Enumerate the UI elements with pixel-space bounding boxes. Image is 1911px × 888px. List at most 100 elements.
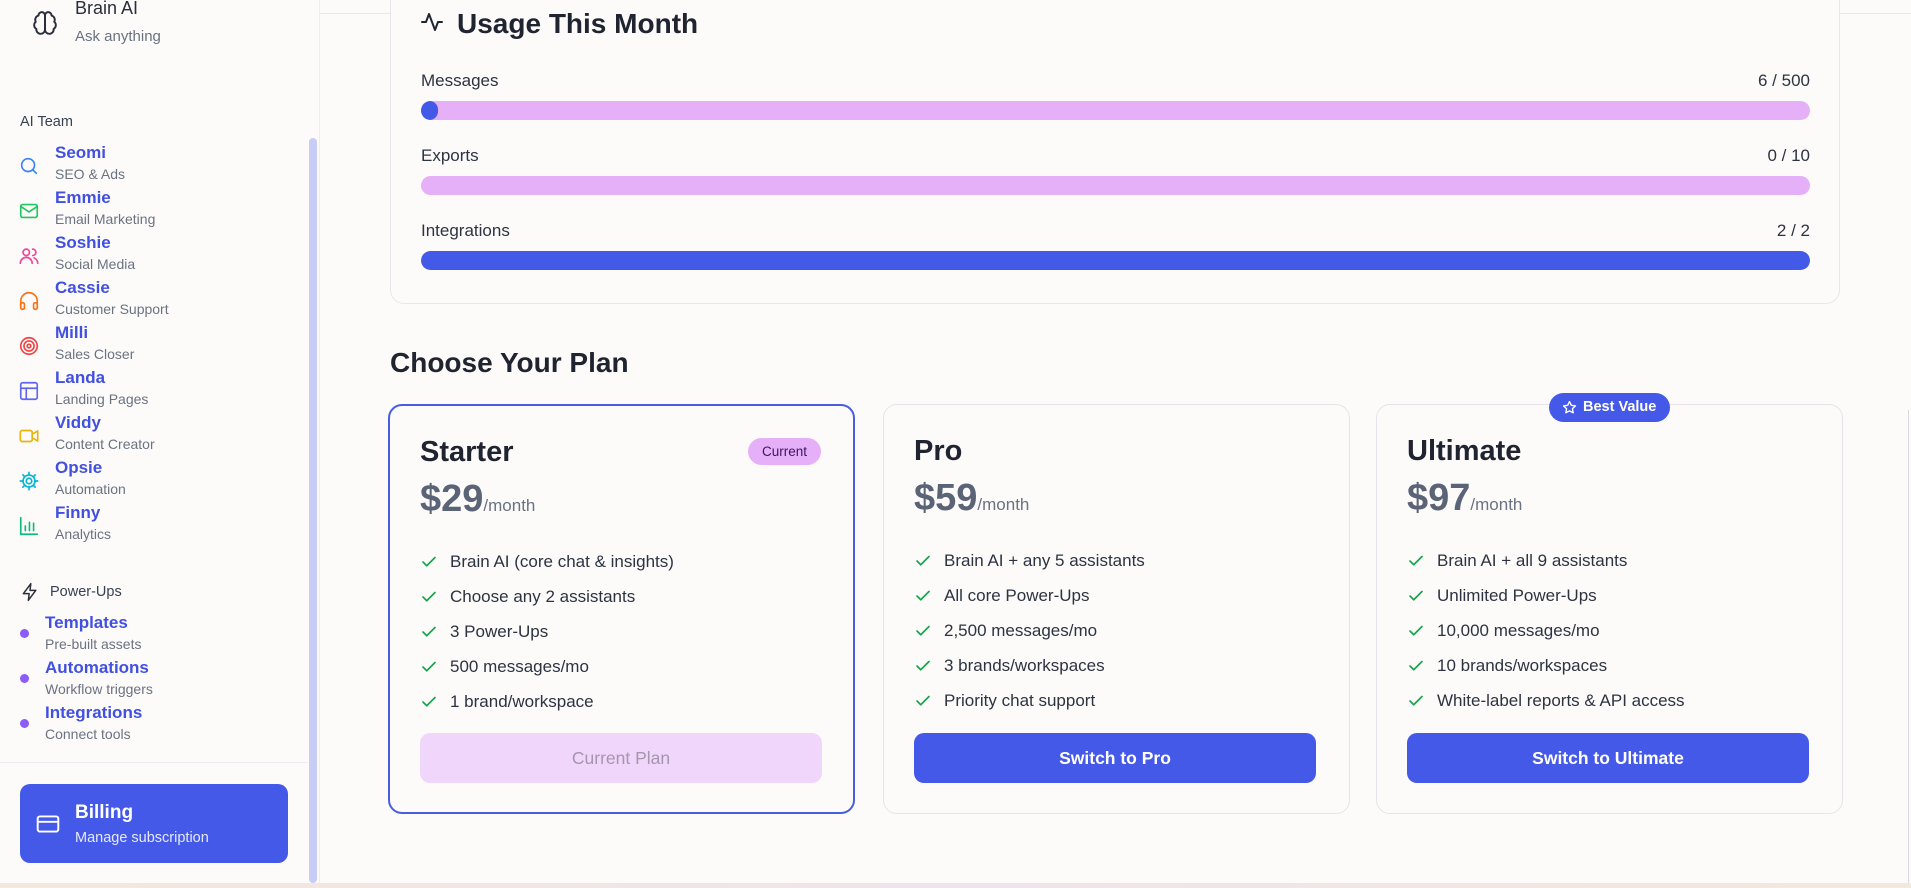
billing-button[interactable]: Billing Manage subscription [20, 784, 288, 863]
usage-meter-integrations: Integrations 2 / 2 [421, 221, 1810, 281]
sidebar-item-finny[interactable]: Finny Analytics [18, 503, 288, 550]
plan-name: Starter [420, 436, 514, 468]
switch-to-pro-button[interactable]: Switch to Pro [914, 733, 1316, 783]
plan-card-starter: Starter Current $29/month Brain AI (core… [388, 404, 855, 814]
sidebar-item-emmie[interactable]: Emmie Email Marketing [18, 188, 288, 235]
sidebar-item-name: Cassie [55, 278, 110, 297]
plan-card-pro: Pro $59/month Brain AI + any 5 assistant… [883, 404, 1350, 814]
price-amount: $97 [1407, 477, 1471, 519]
plan-feature: Brain AI (core chat & insights) [420, 551, 840, 575]
bar-chart-icon [19, 516, 39, 536]
plan-feature: White-label reports & API access [1407, 690, 1827, 714]
check-icon [422, 661, 436, 672]
check-icon [1409, 555, 1423, 566]
check-icon [422, 556, 436, 567]
meter-label: Integrations [421, 221, 510, 240]
app-window: Brain AI Ask anything AI Team Seomi SEO … [0, 0, 1911, 888]
feature-text: 1 brand/workspace [450, 692, 594, 711]
credit-card-icon [36, 815, 60, 833]
sidebar-item-cassie[interactable]: Cassie Customer Support [18, 278, 288, 325]
switch-to-ultimate-button[interactable]: Switch to Ultimate [1407, 733, 1809, 783]
plan-feature: 3 brands/workspaces [914, 655, 1334, 679]
sidebar-item-role: Landing Pages [55, 391, 149, 407]
sidebar-item-desc: Connect tools [45, 726, 131, 742]
sidebar-item-landa[interactable]: Landa Landing Pages [18, 368, 288, 415]
sidebar-item-integrations[interactable]: Integrations Connect tools [18, 703, 258, 749]
sidebar-item-name: Seomi [55, 143, 107, 162]
sidebar-item-role: Analytics [55, 526, 112, 542]
search-icon [20, 157, 38, 175]
feature-text: 2,500 messages/mo [944, 621, 1098, 640]
check-icon [916, 625, 930, 636]
sidebar-item-role: Email Marketing [55, 211, 156, 227]
sidebar-item-role: Automation [55, 481, 126, 497]
sidebar-divider [0, 762, 308, 763]
sidebar-item-desc: Pre-built assets [45, 636, 142, 652]
brand-subtitle: Ask anything [75, 28, 161, 45]
feature-text: 3 brands/workspaces [944, 656, 1105, 675]
bullet-dot [20, 629, 29, 638]
check-icon [1409, 590, 1423, 601]
lightning-icon [22, 582, 37, 602]
sidebar-item-soshie[interactable]: Soshie Social Media [18, 233, 288, 280]
sidebar-item-seomi[interactable]: Seomi SEO & Ads [18, 143, 288, 190]
sidebar-item-name: Integrations [45, 703, 143, 722]
mail-icon [19, 203, 39, 219]
plan-feature: 500 messages/mo [420, 656, 840, 680]
meter-fill [421, 251, 1810, 270]
price-amount: $59 [914, 477, 978, 519]
window-edge [1908, 410, 1909, 888]
ai-team-label: AI Team [20, 114, 73, 130]
sidebar-item-automations[interactable]: Automations Workflow triggers [18, 658, 258, 704]
sidebar-item-name: Automations [45, 658, 149, 677]
sidebar-item-name: Milli [55, 323, 89, 342]
meter-track [421, 101, 1810, 120]
feature-text: Brain AI (core chat & insights) [450, 552, 674, 571]
price-period: /month [977, 495, 1030, 514]
gear-icon [19, 471, 39, 491]
powerups-label: Power-Ups [50, 584, 122, 600]
check-icon [422, 591, 436, 602]
plan-price: $29/month [420, 478, 535, 521]
meter-fill [421, 101, 438, 120]
plans-heading: Choose Your Plan [390, 347, 629, 378]
sidebar-item-templates[interactable]: Templates Pre-built assets [18, 613, 258, 659]
plan-feature: 3 Power-Ups [420, 621, 840, 645]
sidebar-item-name: Opsie [55, 458, 103, 477]
meter-track [421, 251, 1810, 270]
feature-text: White-label reports & API access [1437, 691, 1685, 710]
sidebar-item-role: Social Media [55, 256, 136, 272]
sidebar-item-milli[interactable]: Milli Sales Closer [18, 323, 288, 370]
sidebar-scrollbar[interactable] [309, 138, 317, 883]
check-icon [916, 695, 930, 706]
plan-price: $97/month [1407, 477, 1522, 520]
current-plan-button: Current Plan [420, 733, 822, 783]
best-value-badge: Best Value [1549, 393, 1671, 422]
sidebar-item-viddy[interactable]: Viddy Content Creator [18, 413, 288, 460]
feature-text: Priority chat support [944, 691, 1096, 710]
price-period: /month [483, 496, 536, 515]
sidebar-item-name: Templates [45, 613, 128, 632]
sidebar-item-desc: Workflow triggers [45, 681, 153, 697]
sidebar-item-opsie[interactable]: Opsie Automation [18, 458, 288, 505]
feature-text: 3 Power-Ups [450, 622, 549, 641]
target-icon [19, 336, 39, 356]
meter-label: Messages [421, 71, 499, 90]
plan-name: Pro [914, 435, 963, 467]
taskbar-strip [0, 883, 1911, 888]
brand-name: Brain AI [75, 0, 139, 18]
sidebar-item-name: Landa [55, 368, 106, 387]
feature-text: Brain AI + any 5 assistants [944, 551, 1145, 570]
billing-title: Billing [75, 802, 134, 823]
feature-text: Brain AI + all 9 assistants [1437, 551, 1628, 570]
meter-label: Exports [421, 146, 479, 165]
feature-text: 500 messages/mo [450, 657, 589, 676]
sidebar-item-role: Sales Closer [55, 346, 135, 362]
plan-card-ultimate: Ultimate $97/month Brain AI + all 9 assi… [1376, 404, 1843, 814]
plan-feature: Choose any 2 assistants [420, 586, 840, 610]
layout-icon [19, 381, 39, 401]
plan-feature: 1 brand/workspace [420, 691, 840, 715]
billing-subtitle: Manage subscription [75, 830, 209, 846]
bullet-dot [20, 674, 29, 683]
sidebar-item-name: Soshie [55, 233, 111, 252]
